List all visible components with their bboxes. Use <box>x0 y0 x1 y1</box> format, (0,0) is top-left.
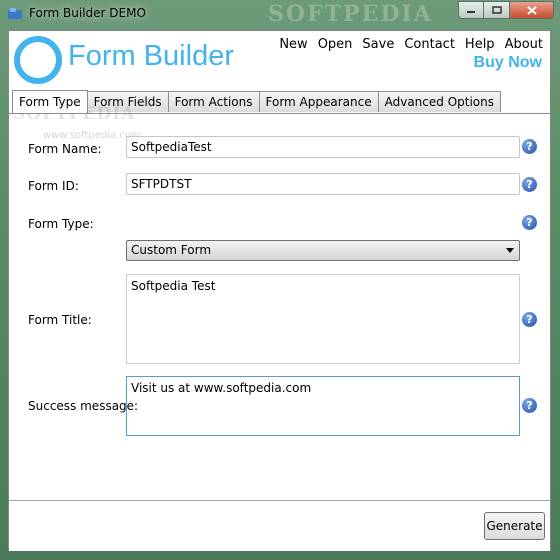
menu-contact[interactable]: Contact <box>404 37 455 52</box>
form-id-input[interactable]: SFTPDTST <box>126 173 520 195</box>
tab-strip: Form Type Form Fields Form Actions Form … <box>12 90 501 113</box>
title-bar[interactable]: Form Builder DEMO SOFTPEDIA <box>0 0 560 28</box>
top-menu: New Open Save Contact Help About <box>279 37 543 52</box>
menu-save[interactable]: Save <box>362 37 394 52</box>
success-message-textarea[interactable]: Visit us at www.softpedia.com <box>126 376 520 436</box>
menu-open[interactable]: Open <box>318 37 353 52</box>
success-message-label: Success message: <box>28 399 139 413</box>
generate-button[interactable]: Generate <box>484 512 545 540</box>
maximize-icon <box>491 6 502 14</box>
app-icon <box>8 8 22 19</box>
form-name-input[interactable]: SoftpediaTest <box>126 136 520 158</box>
form-id-help-icon[interactable]: ? <box>522 177 537 192</box>
form-type-panel: SOFTPEDIA www.softpedia.com Form Name: S… <box>9 104 550 501</box>
minimize-icon <box>467 11 475 13</box>
form-type-label: Form Type: <box>28 217 94 231</box>
tab-form-appearance[interactable]: Form Appearance <box>258 91 379 112</box>
window-frame: Form Builder DEMO SOFTPEDIA Form Builder… <box>0 0 560 560</box>
menu-about[interactable]: About <box>505 37 543 52</box>
close-button[interactable] <box>510 1 554 19</box>
form-type-value: Custom Form <box>131 243 212 257</box>
form-name-label: Form Name: <box>28 142 102 156</box>
watermark-title: SOFTPEDIA <box>268 1 433 27</box>
form-type-select[interactable]: Custom Form <box>126 240 520 261</box>
minimize-button[interactable] <box>458 1 484 19</box>
success-message-help-icon[interactable]: ? <box>522 398 537 413</box>
tab-form-type[interactable]: Form Type <box>12 90 88 113</box>
tab-advanced-options[interactable]: Advanced Options <box>377 91 501 112</box>
window-title: Form Builder DEMO <box>29 6 146 20</box>
menu-new[interactable]: New <box>279 37 307 52</box>
logo-text: Form Builder <box>68 40 234 72</box>
app-client-area: Form Builder New Open Save Contact Help … <box>8 30 551 551</box>
close-icon <box>526 5 537 15</box>
form-title-textarea[interactable]: Softpedia Test <box>126 274 520 364</box>
menu-help[interactable]: Help <box>465 37 495 52</box>
form-id-label: Form ID: <box>28 179 79 193</box>
form-title-label: Form Title: <box>28 313 92 327</box>
footer-bar: Generate <box>9 500 550 551</box>
tab-form-actions[interactable]: Form Actions <box>167 91 260 112</box>
form-type-help-icon[interactable]: ? <box>522 215 537 230</box>
window-controls <box>458 1 554 19</box>
maximize-button[interactable] <box>484 1 510 19</box>
logo-icon <box>14 36 62 84</box>
dropdown-arrow-icon <box>506 248 514 253</box>
form-name-help-icon[interactable]: ? <box>522 139 537 154</box>
buy-now-link[interactable]: Buy Now <box>474 54 542 72</box>
form-title-help-icon[interactable]: ? <box>522 312 537 327</box>
